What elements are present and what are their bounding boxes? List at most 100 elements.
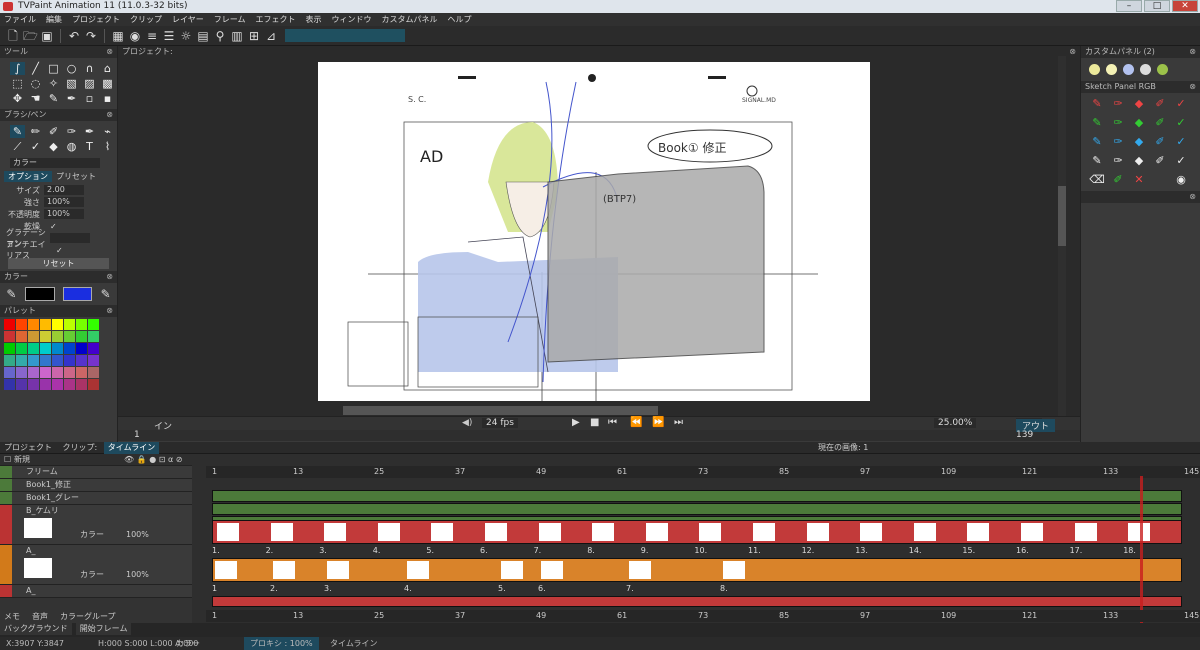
black-check-icon[interactable]: ✓ [1173, 154, 1189, 168]
palette-swatch[interactable] [76, 379, 87, 390]
brush2-tool-icon[interactable]: ✒ [64, 92, 79, 105]
blur-brush-icon[interactable]: ◍ [64, 140, 79, 153]
blue-check-icon[interactable]: ✓ [1173, 135, 1189, 149]
red-pen-icon[interactable]: ✎ [1089, 97, 1105, 111]
timeline-cell[interactable] [215, 561, 237, 579]
close-button[interactable]: ✕ [1172, 0, 1198, 12]
layer-row[interactable]: A_ カラー 100% [0, 545, 192, 585]
airbrush-icon[interactable]: ✒ [82, 125, 97, 138]
freehand-tool-icon[interactable]: ∫ [10, 62, 25, 75]
move-tool-icon[interactable]: ✥ [10, 92, 25, 105]
palette-swatch[interactable] [16, 331, 27, 342]
frames-icon[interactable]: ▤ [196, 29, 210, 43]
timeline-tracks[interactable]: 1 13 25 37 49 61 73 85 97 109 121 133 145 1. 2. 3. 4. 5.… [206, 454, 1200, 626]
palette-swatch[interactable] [76, 343, 87, 354]
green-check-icon[interactable]: ✓ [1173, 116, 1189, 130]
timeline-cell[interactable] [501, 561, 523, 579]
tab-timeline[interactable]: タイムライン [103, 442, 160, 454]
timeline-cell[interactable] [273, 561, 295, 579]
prev-frame-icon[interactable]: ⏪ [630, 417, 642, 428]
opacity-field[interactable]: 100% [44, 209, 84, 219]
layer-row[interactable]: Book1_修正 [0, 479, 192, 492]
feather-brush-icon[interactable]: ⟋ [10, 140, 25, 153]
palette-swatch[interactable] [64, 331, 75, 342]
warp2-tool-icon[interactable]: ▪ [100, 92, 115, 105]
gradient-field[interactable] [50, 233, 90, 243]
palette-swatch[interactable] [4, 379, 15, 390]
new-file-icon[interactable]: 🗋 [6, 29, 20, 43]
palette-swatch[interactable] [28, 319, 39, 330]
palette-swatch[interactable] [4, 367, 15, 378]
palette-swatch[interactable] [16, 367, 27, 378]
timeline-cell[interactable] [629, 561, 651, 579]
green-pen-icon[interactable]: ✎ [1089, 116, 1105, 130]
layer-row[interactable]: Book1_グレー [0, 492, 192, 505]
clear-icon[interactable]: ✕ [1131, 173, 1147, 187]
menu-edit[interactable]: 編集 [46, 13, 62, 26]
light-icon[interactable]: ☼ [179, 29, 193, 43]
palette-swatch[interactable] [16, 379, 27, 390]
eye-icon[interactable]: ◉ [1173, 173, 1189, 187]
eraser-icon[interactable]: ⌫ [1089, 173, 1105, 187]
track-frame[interactable] [212, 490, 1182, 502]
color-circle-lightyellow[interactable] [1106, 64, 1117, 75]
pencil-brush-icon[interactable]: ✏ [28, 125, 43, 138]
palette-swatch[interactable] [64, 367, 75, 378]
select-tool-icon[interactable]: ⬚ [10, 77, 25, 90]
secondary-color-swatch[interactable] [62, 287, 93, 301]
minimize-button[interactable]: – [1116, 0, 1142, 12]
palette-swatch[interactable] [16, 343, 27, 354]
ellipse-tool-icon[interactable]: ○ [64, 62, 79, 75]
palette-swatch[interactable] [76, 331, 87, 342]
crop-tool-icon[interactable]: ▩ [100, 77, 115, 90]
timeline-cell[interactable] [592, 523, 615, 541]
palette-swatch[interactable] [4, 331, 15, 342]
layer-row[interactable]: B_ケムリ カラー 100% [0, 505, 192, 545]
stack-icon[interactable]: ☰ [162, 29, 176, 43]
timeline-cell[interactable] [753, 523, 775, 541]
timeline-cell[interactable] [967, 523, 990, 541]
zoom-icon[interactable]: ⚲ [213, 29, 227, 43]
menu-window[interactable]: ウィンドウ [332, 13, 372, 26]
palette-swatch[interactable] [88, 343, 99, 354]
mini-timeline[interactable]: 1 アウト 139 [118, 419, 1080, 441]
palette-swatch[interactable] [40, 379, 51, 390]
timeline-cell[interactable] [407, 561, 429, 579]
timeline-cell[interactable] [377, 523, 400, 541]
timeline-cell[interactable] [431, 523, 454, 541]
tab-sound[interactable]: 音声 [28, 611, 52, 623]
text-tool-icon[interactable]: T [82, 140, 97, 153]
save-icon[interactable]: ▣ [40, 29, 54, 43]
speaker-icon[interactable]: ◀) [462, 418, 472, 428]
palette-swatch[interactable] [4, 355, 15, 366]
dry-checkbox[interactable]: ✓ [50, 222, 57, 231]
color-circle-green[interactable] [1157, 64, 1168, 75]
palette-swatch[interactable] [76, 367, 87, 378]
clone-tool-icon[interactable]: ▧ [64, 77, 79, 90]
menu-help[interactable]: ヘルプ [448, 13, 472, 26]
strength-field[interactable]: 100% [44, 197, 84, 207]
palette-swatch[interactable] [28, 343, 39, 354]
menu-file[interactable]: ファイル [4, 13, 36, 26]
color-wheel-icon[interactable]: ◉ [128, 29, 142, 43]
palette-swatch[interactable] [52, 343, 63, 354]
palette-swatch[interactable] [40, 319, 51, 330]
next-frame-icon[interactable]: ⏩ [652, 417, 664, 428]
track-book1-fix[interactable] [212, 503, 1182, 515]
aa-checkbox[interactable]: ✓ [56, 246, 63, 255]
drop-brush-icon[interactable]: ◆ [46, 140, 61, 153]
palette-swatch[interactable] [40, 355, 51, 366]
frame-ruler[interactable]: 1 13 25 37 49 61 73 85 97 109 121 133 145 [206, 466, 1200, 478]
tab-clip[interactable]: クリップ: [59, 442, 102, 454]
new-layer-button[interactable]: 新規 [14, 454, 30, 466]
pen-brush-icon[interactable]: ✎ [10, 125, 25, 138]
color-circle-light[interactable] [1140, 64, 1151, 75]
timeline-cell[interactable] [1074, 523, 1097, 541]
tab-memo[interactable]: メモ [0, 611, 24, 623]
timeline-cell[interactable] [327, 561, 349, 579]
black-pen-icon[interactable]: ✎ [1089, 154, 1105, 168]
palette-swatch[interactable] [52, 367, 63, 378]
size-field[interactable]: 2.00 [44, 185, 84, 195]
canvas-hscroll[interactable] [343, 406, 658, 415]
chart-icon[interactable]: ⊿ [264, 29, 278, 43]
